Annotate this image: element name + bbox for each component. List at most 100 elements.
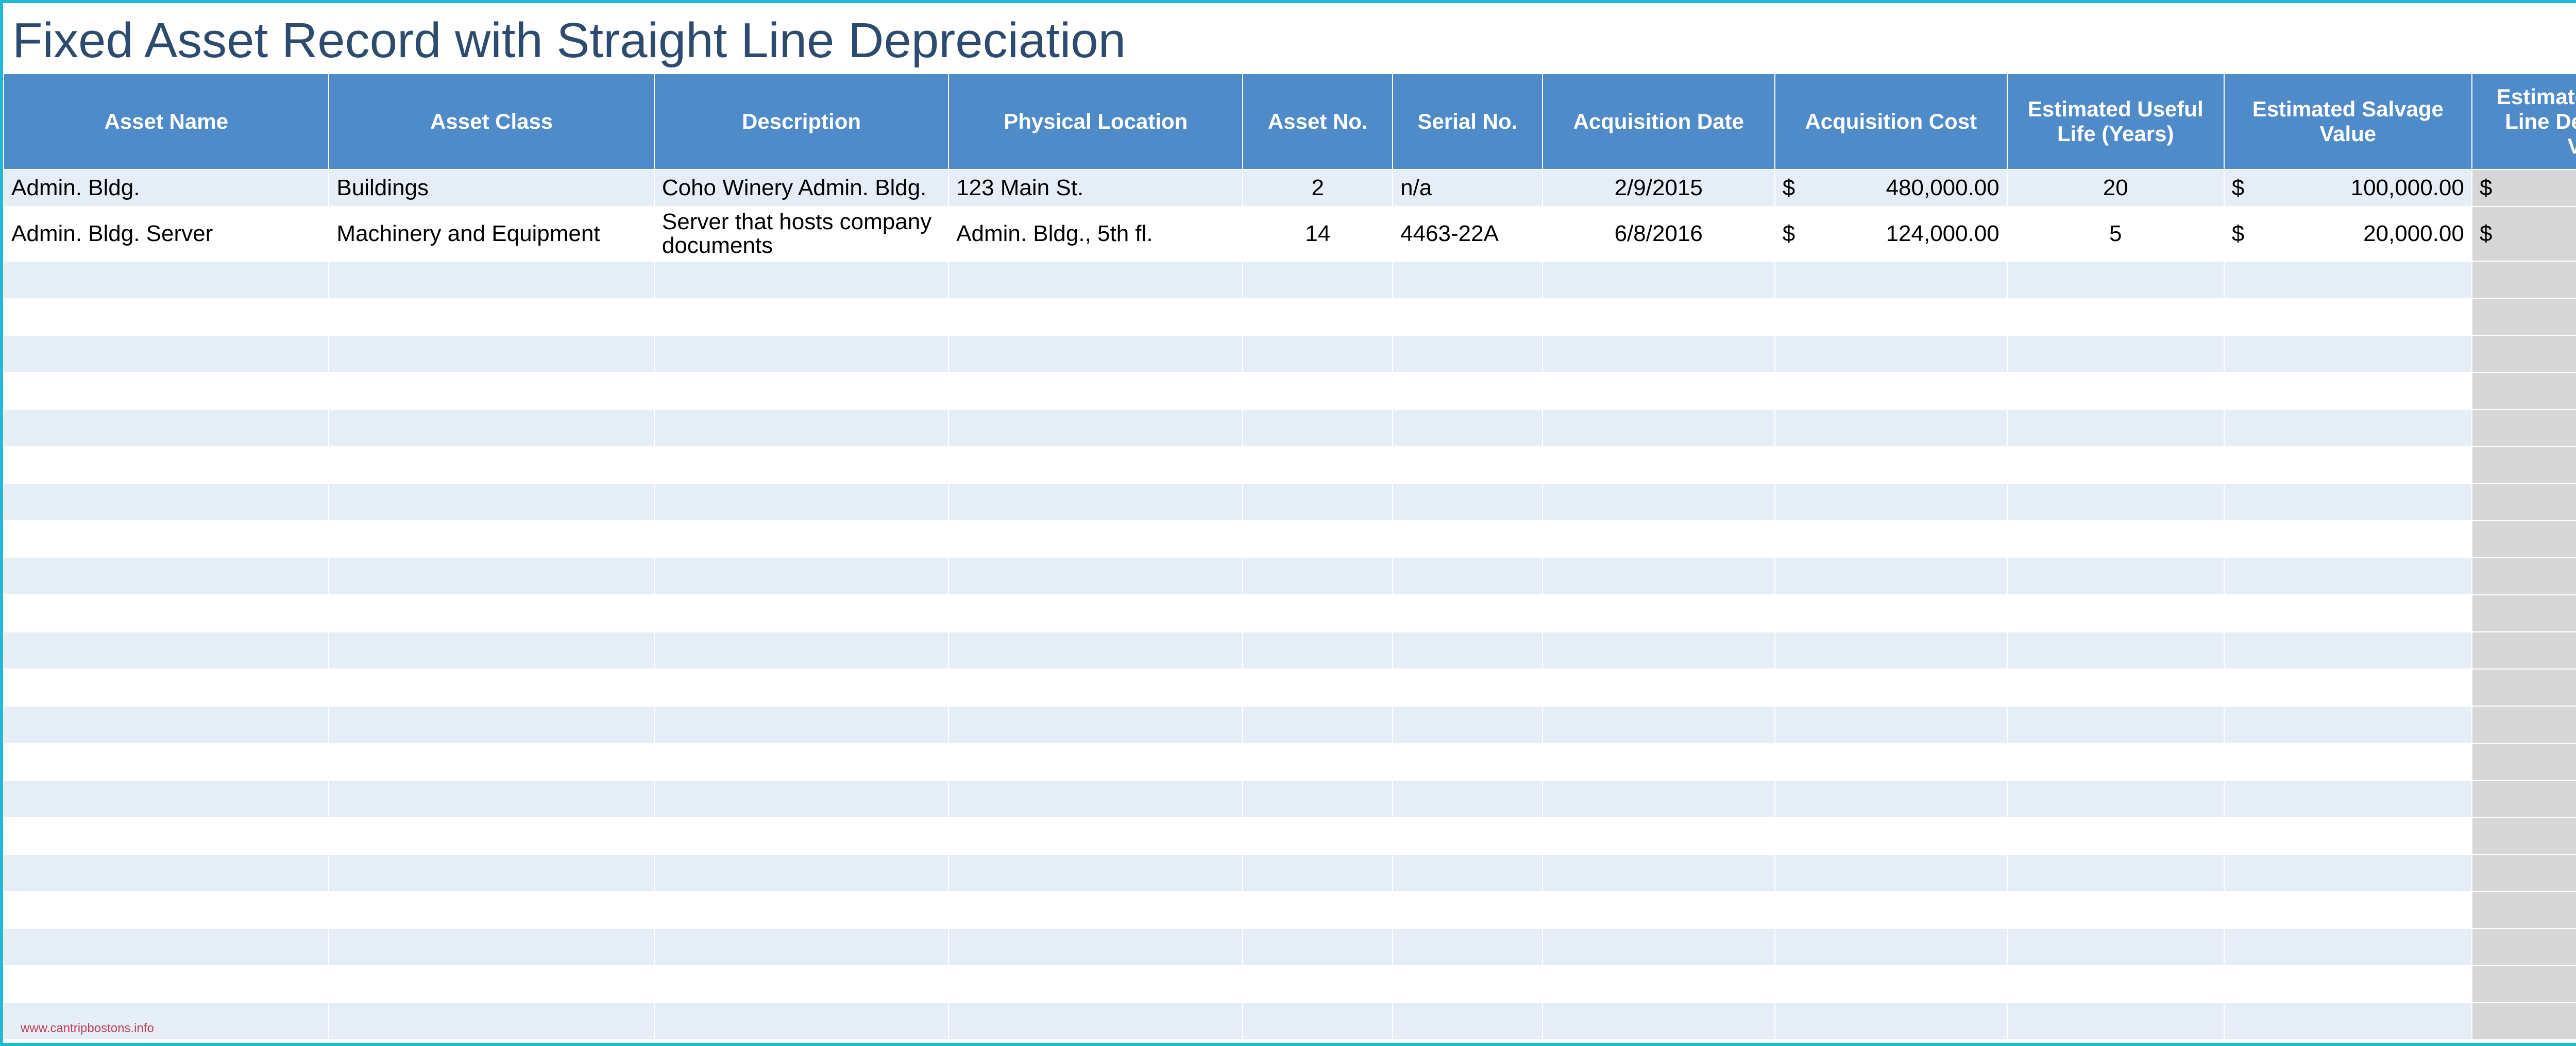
table-cell[interactable] — [4, 409, 329, 447]
col-asset-no[interactable]: Asset No. — [1243, 74, 1393, 169]
table-cell[interactable] — [1243, 409, 1393, 447]
table-cell[interactable] — [1393, 521, 1543, 558]
table-cell[interactable] — [4, 966, 329, 1003]
table-cell[interactable] — [4, 521, 329, 558]
table-cell[interactable] — [2224, 780, 2472, 817]
table-cell[interactable] — [1393, 558, 1543, 595]
table-cell[interactable]: 2/9/2015 — [1543, 169, 1775, 207]
table-cell[interactable] — [2007, 929, 2224, 966]
table-cell[interactable] — [329, 521, 654, 558]
table-cell[interactable] — [329, 706, 654, 743]
table-cell[interactable] — [2472, 298, 2576, 335]
table-cell[interactable] — [1775, 891, 2007, 929]
table-cell[interactable] — [329, 372, 654, 409]
table-cell[interactable] — [4, 743, 329, 780]
table-cell[interactable] — [1775, 669, 2007, 706]
table-cell[interactable] — [654, 1003, 948, 1040]
table-cell[interactable] — [654, 706, 948, 743]
table-cell[interactable] — [2472, 891, 2576, 929]
table-cell[interactable] — [1543, 632, 1775, 669]
table-cell[interactable] — [1393, 966, 1543, 1003]
table-cell[interactable] — [2224, 743, 2472, 780]
table-cell[interactable] — [2224, 484, 2472, 521]
table-cell[interactable] — [1243, 595, 1393, 632]
table-cell[interactable] — [1543, 335, 1775, 372]
table-cell[interactable] — [2472, 409, 2576, 447]
table-cell[interactable] — [1775, 261, 2007, 298]
table-cell[interactable] — [329, 595, 654, 632]
table-cell[interactable] — [654, 966, 948, 1003]
table-cell[interactable] — [2007, 372, 2224, 409]
table-cell[interactable] — [654, 261, 948, 298]
table-cell[interactable] — [948, 966, 1243, 1003]
table-cell[interactable] — [1393, 743, 1543, 780]
table-cell[interactable] — [2007, 298, 2224, 335]
table-cell[interactable] — [1243, 929, 1393, 966]
col-acq-cost[interactable]: Acquisition Cost — [1775, 74, 2007, 169]
table-cell[interactable] — [1243, 558, 1393, 595]
table-cell[interactable] — [1393, 595, 1543, 632]
table-cell[interactable] — [2224, 298, 2472, 335]
table-cell[interactable] — [948, 409, 1243, 447]
table-cell[interactable] — [654, 372, 948, 409]
table-cell[interactable] — [329, 891, 654, 929]
table-cell[interactable] — [2007, 854, 2224, 891]
table-cell[interactable] — [2224, 966, 2472, 1003]
table-cell[interactable] — [1775, 335, 2007, 372]
table-cell[interactable]: 4463-22A — [1393, 207, 1543, 261]
table-cell[interactable] — [2472, 706, 2576, 743]
table-cell[interactable] — [329, 1003, 654, 1040]
table-cell[interactable] — [1543, 780, 1775, 817]
table-cell[interactable] — [1543, 1003, 1775, 1040]
table-cell[interactable] — [1393, 780, 1543, 817]
table-cell[interactable] — [2224, 929, 2472, 966]
table-cell[interactable] — [2472, 854, 2576, 891]
table-cell[interactable] — [2007, 632, 2224, 669]
table-cell[interactable]: $19,000.00 — [2472, 169, 2576, 207]
table-cell[interactable] — [1393, 854, 1543, 891]
table-cell[interactable] — [329, 966, 654, 1003]
table-cell[interactable] — [1243, 484, 1393, 521]
table-cell[interactable] — [2472, 966, 2576, 1003]
table-cell[interactable] — [4, 447, 329, 484]
table-cell[interactable] — [1243, 817, 1393, 854]
table-cell[interactable] — [1543, 484, 1775, 521]
table-cell[interactable] — [1543, 706, 1775, 743]
table-cell[interactable] — [948, 335, 1243, 372]
table-cell[interactable] — [948, 595, 1243, 632]
table-cell[interactable] — [329, 298, 654, 335]
table-cell[interactable] — [1775, 966, 2007, 1003]
table-cell[interactable] — [2472, 372, 2576, 409]
table-cell[interactable] — [948, 929, 1243, 966]
table-cell[interactable]: 14 — [1243, 207, 1393, 261]
table-cell[interactable] — [1543, 854, 1775, 891]
table-cell[interactable]: Machinery and Equipment — [329, 207, 654, 261]
table-cell[interactable] — [1243, 743, 1393, 780]
table-cell[interactable] — [1775, 632, 2007, 669]
table-cell[interactable] — [2224, 261, 2472, 298]
table-cell[interactable] — [654, 743, 948, 780]
table-cell[interactable] — [654, 521, 948, 558]
table-cell[interactable] — [2007, 484, 2224, 521]
table-cell[interactable]: $124,000.00 — [1775, 207, 2007, 261]
col-depreciation[interactable]: Estimated Straight-Line Depreciation Val… — [2472, 74, 2576, 169]
table-cell[interactable] — [2224, 669, 2472, 706]
table-cell[interactable] — [1543, 409, 1775, 447]
col-description[interactable]: Description — [654, 74, 948, 169]
table-cell[interactable]: $20,800.00 — [2472, 207, 2576, 261]
table-cell[interactable] — [1543, 372, 1775, 409]
table-cell[interactable] — [4, 372, 329, 409]
table-cell[interactable] — [948, 372, 1243, 409]
table-cell[interactable] — [1543, 558, 1775, 595]
col-useful-life[interactable]: Estimated Useful Life (Years) — [2007, 74, 2224, 169]
table-cell[interactable] — [2472, 1003, 2576, 1040]
table-cell[interactable] — [654, 854, 948, 891]
table-cell[interactable]: $100,000.00 — [2224, 169, 2472, 207]
table-cell[interactable] — [1243, 780, 1393, 817]
col-acq-date[interactable]: Acquisition Date — [1543, 74, 1775, 169]
table-cell[interactable]: Buildings — [329, 169, 654, 207]
table-cell[interactable]: 123 Main St. — [948, 169, 1243, 207]
table-cell[interactable] — [2224, 372, 2472, 409]
table-cell[interactable] — [2224, 335, 2472, 372]
table-cell[interactable] — [2224, 447, 2472, 484]
